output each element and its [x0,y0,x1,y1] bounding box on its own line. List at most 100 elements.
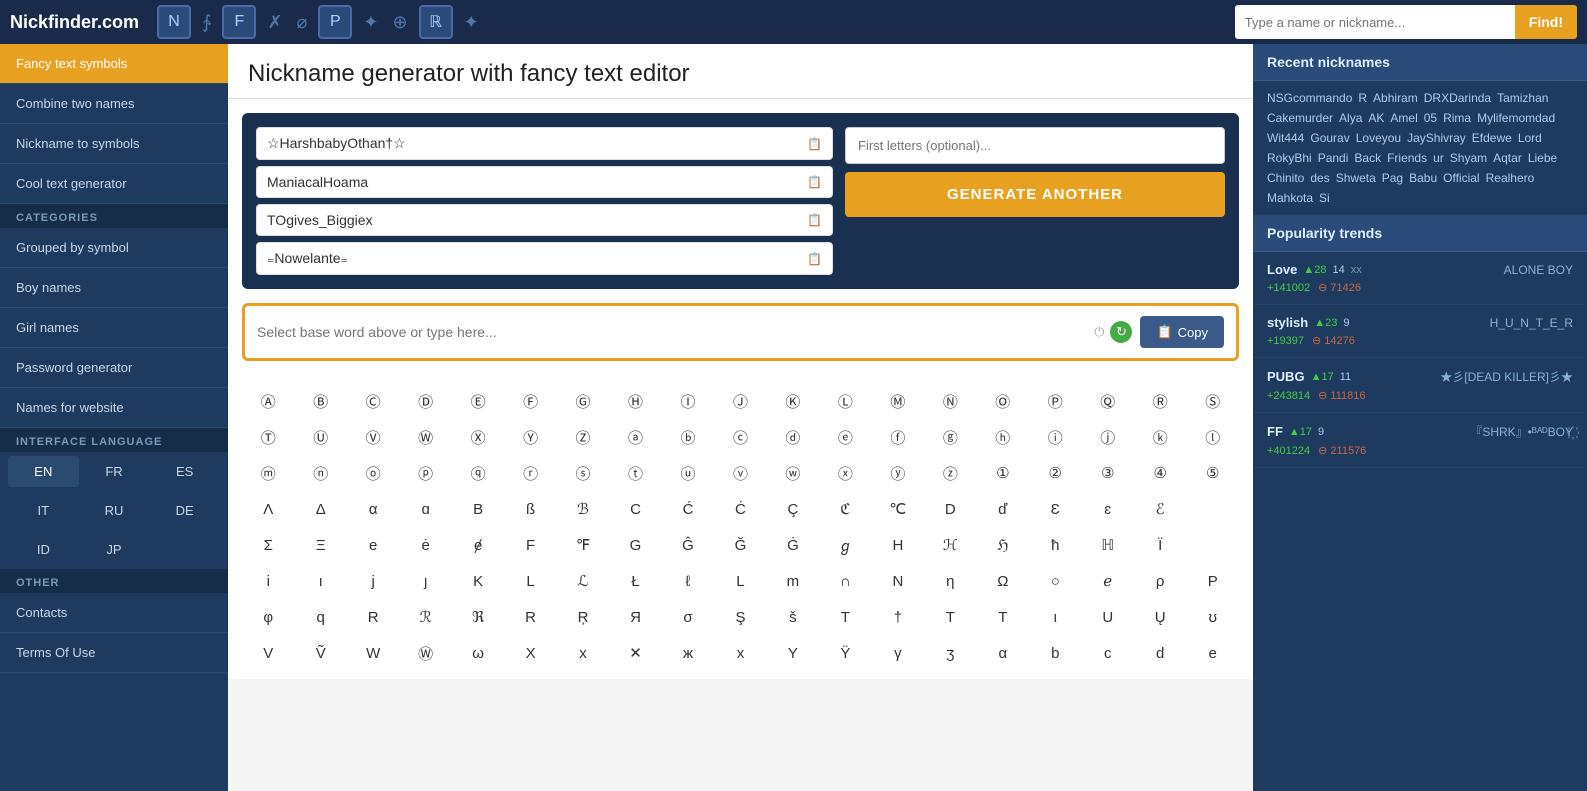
clear-icon[interactable]: ⏻ [1094,324,1104,340]
symbol-cell[interactable]: ⓙ [1082,419,1134,455]
recent-nickname-tag[interactable]: Abhiram [1373,91,1418,105]
symbol-cell[interactable]: x [714,635,766,671]
symbol-cell[interactable]: ℭ [819,491,871,527]
symbol-cell[interactable]: C [609,491,661,527]
recent-nickname-tag[interactable]: DRXDarinda [1424,91,1491,105]
symbol-cell[interactable]: Δ [294,491,346,527]
recent-nickname-tag[interactable]: Babu [1409,171,1437,185]
symbol-cell[interactable]: Ⓡ [1134,383,1186,419]
symbol-cell[interactable]: L [714,563,766,599]
symbol-cell[interactable]: ė [399,527,451,563]
recent-nickname-tag[interactable]: ur [1433,151,1444,165]
symbol-cell[interactable]: ȷ [399,563,451,599]
symbol-cell[interactable]: ℉ [557,527,609,563]
sidebar-item-combine[interactable]: Combine two names [0,84,228,124]
symbol-cell[interactable]: Ω [977,563,1029,599]
nickname-item-0[interactable]: ☆HarshbabyOthan†☆ 📋 [256,127,833,160]
symbol-cell[interactable]: γ [872,635,924,671]
symbol-cell[interactable]: Ⓐ [242,383,294,419]
symbol-cell[interactable]: ○ [1029,563,1081,599]
symbol-cell[interactable]: Ʌ [242,491,294,527]
symbol-cell[interactable]: D [924,491,976,527]
recent-nickname-tag[interactable]: Chinito [1267,171,1304,185]
symbol-cell[interactable]: T [924,599,976,635]
symbol-cell[interactable]: ⓐ [609,419,661,455]
symbol-cell[interactable]: ⓟ [399,455,451,491]
symbol-cell[interactable]: ℒ [557,563,609,599]
symbol-cell[interactable]: Ⓜ [872,383,924,419]
symbol-cell[interactable]: Я [609,599,661,635]
symbol-cell[interactable]: Ĝ [662,527,714,563]
trend-nick[interactable]: 『SHRK』•ᴮᴬᴰBOY꙰ [1470,423,1573,440]
symbol-cell[interactable]: X [504,635,556,671]
symbol-cell[interactable]: ɛ [1082,491,1134,527]
symbol-cell[interactable]: Ṽ [294,635,346,671]
symbol-cell[interactable]: ρ [1134,563,1186,599]
symbol-cell[interactable]: Ⓤ [294,419,346,455]
trend-nick[interactable]: ★彡[DEAD KILLER]彡★ [1440,368,1573,385]
symbol-cell[interactable]: ⓚ [1134,419,1186,455]
symbol-cell[interactable]: ℌ [977,527,1029,563]
symbol-cell[interactable]: ℬ [557,491,609,527]
symbol-cell[interactable]: α [347,491,399,527]
symbol-cell[interactable]: ⓨ [872,455,924,491]
recent-nickname-tag[interactable]: Gourav [1310,131,1349,145]
refresh-icon[interactable]: ↻ [1110,321,1132,343]
symbol-cell[interactable]: ж [662,635,714,671]
symbol-cell[interactable]: K [452,563,504,599]
sidebar-item-fancy-text[interactable]: Fancy text symbols [0,44,228,84]
symbol-cell[interactable]: F [504,527,556,563]
symbol-cell[interactable]: ⓤ [662,455,714,491]
symbol-cell[interactable]: Ł [609,563,661,599]
trend-name[interactable]: PUBG [1267,369,1305,384]
symbol-cell[interactable]: ℯ [1082,563,1134,599]
lang-es[interactable]: ES [149,456,220,487]
symbol-cell[interactable]: ③ [1082,455,1134,491]
symbol-cell[interactable]: Ξ [294,527,346,563]
nav-icon-f[interactable]: F [222,5,256,39]
symbol-cell[interactable]: Ⓒ [347,383,399,419]
symbol-cell[interactable]: e [1186,635,1239,671]
sidebar-item-nickname-symbols[interactable]: Nickname to symbols [0,124,228,164]
symbol-cell[interactable]: ℍ [1082,527,1134,563]
recent-nickname-tag[interactable]: AK [1368,111,1384,125]
symbol-cell[interactable]: Ⓝ [924,383,976,419]
recent-nickname-tag[interactable]: Liebe [1528,151,1557,165]
sidebar-item-password[interactable]: Password generator [0,348,228,388]
recent-nickname-tag[interactable]: Rima [1443,111,1471,125]
trend-name[interactable]: FF [1267,424,1283,439]
symbol-cell[interactable]: Ć [662,491,714,527]
sidebar-item-cool-text[interactable]: Cool text generator [0,164,228,204]
symbol-cell[interactable]: ʒ [924,635,976,671]
recent-nickname-tag[interactable]: NSGcommando [1267,91,1352,105]
symbol-cell[interactable]: Ⓓ [399,383,451,419]
symbol-cell[interactable]: ⓜ [242,455,294,491]
symbol-cell[interactable]: B [452,491,504,527]
nickname-item-3[interactable]: ₌Nowelante₌ 📋 [256,242,833,275]
symbol-cell[interactable]: c [1082,635,1134,671]
symbol-cell[interactable]: ⓛ [1186,419,1239,455]
nav-icon-p[interactable]: P [318,5,352,39]
symbol-cell[interactable]: P [1186,563,1239,599]
symbol-cell[interactable]: Ï [1134,527,1186,563]
sidebar-item-terms[interactable]: Terms Of Use [0,633,228,673]
symbol-cell[interactable]: ⓓ [767,419,819,455]
generate-button[interactable]: GENERATE ANOTHER [845,172,1225,217]
recent-nickname-tag[interactable]: Si [1319,191,1330,205]
symbol-cell[interactable]: ħ [1029,527,1081,563]
symbol-cell[interactable]: j [347,563,399,599]
symbol-cell[interactable]: φ [242,599,294,635]
symbol-cell[interactable]: ① [977,455,1029,491]
recent-nickname-tag[interactable]: JayShivray [1407,131,1466,145]
trend-nick[interactable]: H_U_N_T_E_R [1490,316,1573,330]
symbol-cell[interactable]: Ⓚ [767,383,819,419]
symbol-cell[interactable]: † [872,599,924,635]
symbol-cell[interactable]: R [347,599,399,635]
symbol-cell[interactable]: ⓝ [294,455,346,491]
symbol-cell[interactable]: Ⓦ [399,635,451,671]
symbol-cell[interactable]: ⓣ [609,455,661,491]
nickname-item-1[interactable]: ManiacalHoama 📋 [256,166,833,198]
symbol-cell[interactable]: ℊ [819,527,871,563]
recent-nickname-tag[interactable]: Wit444 [1267,131,1304,145]
recent-nickname-tag[interactable]: Cakemurder [1267,111,1333,125]
